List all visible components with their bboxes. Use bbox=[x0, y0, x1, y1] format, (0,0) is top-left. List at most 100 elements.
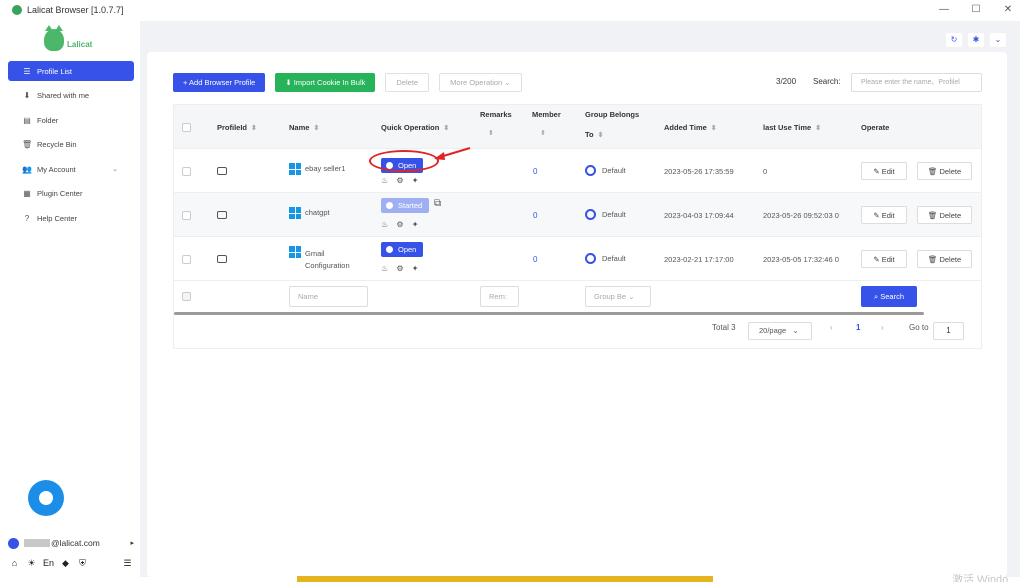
edit-button[interactable]: ✎ Edit bbox=[861, 250, 907, 268]
name-filter-input[interactable]: Name bbox=[289, 286, 368, 307]
group-cell: Default bbox=[585, 253, 626, 264]
refresh-icon[interactable]: ↻ bbox=[946, 33, 962, 47]
import-cookie-button[interactable]: ⬇ Import Cookie In Bulk bbox=[275, 73, 376, 92]
quick-action-icons[interactable]: ♨ ⚙ ✦ bbox=[381, 264, 422, 273]
header-group-belongs: Group Belongs bbox=[585, 110, 640, 119]
user-account-bar[interactable]: @lalicat.com ▸ bbox=[8, 536, 134, 550]
user-email: @lalicat.com bbox=[51, 538, 100, 548]
app-logo-icon bbox=[12, 5, 22, 15]
sidebar-item-help-center[interactable]: ? Help Center bbox=[8, 208, 134, 228]
close-button[interactable]: ✕ bbox=[992, 0, 1024, 20]
row-checkbox[interactable] bbox=[182, 255, 191, 264]
sidebar-item-label: Folder bbox=[37, 115, 59, 125]
table-row: chatgpt Started ⧉ ♨ ⚙ ✦ 0 Default 2023-0… bbox=[174, 193, 981, 237]
delete-row-button[interactable]: 🗑 Delete bbox=[917, 250, 972, 268]
sort-icon: ⬍ bbox=[313, 125, 320, 132]
shield-icon[interactable]: ⛨ bbox=[76, 558, 89, 569]
chevron-right-icon[interactable]: ▸ bbox=[130, 539, 134, 547]
more-operation-dropdown[interactable]: More Operation ⌄ bbox=[439, 73, 522, 92]
sidebar-item-profile-list[interactable]: ☰ Profile List bbox=[8, 61, 134, 81]
delete-button[interactable]: Delete bbox=[385, 73, 430, 92]
header-group-to[interactable]: To ⬍ bbox=[585, 130, 603, 139]
page-size-select[interactable]: 20/page ⌄ bbox=[748, 322, 812, 340]
header-profile-id[interactable]: ProfileId ⬍ bbox=[217, 123, 257, 132]
customer-support-icon[interactable] bbox=[28, 480, 64, 516]
header-last-use-time[interactable]: last Use Time ⬍ bbox=[763, 123, 821, 132]
sort-icon[interactable]: ⬍ bbox=[540, 129, 546, 137]
sidebar-nav: ☰ Profile List ⬇ Shared with me ▤ Folder… bbox=[8, 61, 134, 233]
profile-name: Gmail bbox=[305, 249, 325, 258]
table-row: Gmail Configuration Open ♨ ⚙ ✦ 0 Default… bbox=[174, 237, 981, 281]
table-header: ProfileId ⬍ Name ⬍ Quick Operation ⬍ Remark… bbox=[174, 105, 981, 149]
minimize-button[interactable]: — bbox=[928, 0, 960, 20]
highlight-ellipse bbox=[369, 150, 439, 172]
header-member: Member bbox=[532, 110, 561, 119]
remarks-filter-input[interactable]: Rem: bbox=[480, 286, 519, 307]
windows-icon bbox=[289, 246, 301, 258]
member-count[interactable]: 0 bbox=[533, 255, 537, 264]
brand-name: Lalicat bbox=[67, 39, 93, 49]
menu-icon[interactable]: ☰ bbox=[121, 558, 134, 569]
sidebar-item-plugin-center[interactable]: ▦ Plugin Center bbox=[8, 184, 134, 204]
chevron-down-icon[interactable]: ⌄ bbox=[112, 165, 118, 173]
profile-id-icon[interactable] bbox=[217, 167, 227, 175]
filter-search-button[interactable]: ⌕ Search bbox=[861, 286, 917, 307]
chevron-down-icon[interactable]: ⌄ bbox=[990, 33, 1006, 47]
windows-icon bbox=[289, 207, 301, 219]
quick-action-icons[interactable]: ♨ ⚙ ✦ bbox=[381, 220, 422, 229]
sidebar-item-label: Help Center bbox=[37, 213, 78, 223]
sort-icon: ⬍ bbox=[710, 125, 717, 132]
user-icon bbox=[8, 537, 19, 549]
select-all-checkbox[interactable] bbox=[182, 123, 191, 132]
toolbar: + Add Browser Profile ⬇ Import Cookie In… bbox=[173, 73, 532, 92]
header-operate: Operate bbox=[861, 123, 890, 132]
maximize-button[interactable]: ☐ bbox=[960, 0, 992, 20]
profile-id-icon[interactable] bbox=[217, 255, 227, 263]
prev-page-button[interactable]: ‹ bbox=[830, 323, 833, 332]
profile-table: ProfileId ⬍ Name ⬍ Quick Operation ⬍ Remark… bbox=[173, 104, 982, 349]
group-cell: Default bbox=[585, 209, 626, 220]
delete-row-button[interactable]: 🗑 Delete bbox=[917, 162, 972, 180]
profile-name: chatgpt bbox=[305, 208, 330, 217]
profile-id-icon[interactable] bbox=[217, 211, 227, 219]
current-page[interactable]: 1 bbox=[856, 323, 860, 332]
tag-icon[interactable]: ◆ bbox=[59, 558, 72, 569]
sort-icon: ⬍ bbox=[251, 125, 257, 132]
sidebar-item-shared-with-me[interactable]: ⬇ Shared with me bbox=[8, 86, 134, 106]
group-filter-select[interactable]: Group Be ⌄ bbox=[585, 286, 651, 307]
search-input[interactable]: Please enter the name、Profilel bbox=[851, 73, 982, 92]
grid-icon: ▦ bbox=[23, 189, 31, 198]
sort-icon[interactable]: ⬍ bbox=[488, 129, 494, 137]
next-page-button[interactable]: › bbox=[881, 323, 884, 332]
sidebar-item-folder[interactable]: ▤ Folder bbox=[8, 110, 134, 130]
edit-button[interactable]: ✎ Edit bbox=[861, 162, 907, 180]
sidebar-item-my-account[interactable]: 👥 My Account ⌄ bbox=[8, 159, 134, 179]
horizontal-scrollbar[interactable] bbox=[174, 312, 924, 315]
home-icon[interactable]: ⌂ bbox=[8, 558, 21, 569]
add-browser-profile-button[interactable]: + Add Browser Profile bbox=[173, 73, 266, 92]
sidebar-item-recycle-bin[interactable]: 🗑 Recycle Bin bbox=[8, 135, 134, 155]
gear-icon[interactable]: ✱ bbox=[968, 33, 984, 47]
edit-button[interactable]: ✎ Edit bbox=[861, 206, 907, 224]
delete-row-button[interactable]: 🗑 Delete bbox=[917, 206, 972, 224]
sun-icon[interactable]: ☀ bbox=[25, 558, 38, 569]
copy-icon[interactable]: ⧉ bbox=[434, 198, 441, 209]
open-button[interactable]: Open bbox=[381, 242, 424, 257]
headset-icon bbox=[39, 491, 53, 505]
list-icon: ☰ bbox=[23, 66, 31, 76]
row-checkbox[interactable] bbox=[182, 211, 191, 220]
sidebar-item-label: Plugin Center bbox=[37, 189, 83, 198]
quick-action-icons[interactable]: ♨ ⚙ ✦ bbox=[381, 176, 422, 185]
started-button[interactable]: Started bbox=[381, 198, 430, 213]
row-checkbox[interactable] bbox=[182, 167, 191, 176]
window-controls: — ☐ ✕ bbox=[928, 0, 1024, 20]
goto-page-input[interactable]: 1 bbox=[933, 322, 964, 340]
filter-checkbox[interactable] bbox=[182, 292, 191, 301]
member-count[interactable]: 0 bbox=[533, 167, 537, 176]
help-icon: ? bbox=[24, 213, 30, 223]
member-count[interactable]: 0 bbox=[533, 211, 537, 220]
header-quick-operation[interactable]: Quick Operation ⬍ bbox=[381, 123, 449, 132]
language-icon[interactable]: En bbox=[42, 558, 55, 569]
header-added-time[interactable]: Added Time ⬍ bbox=[664, 123, 717, 132]
header-name[interactable]: Name ⬍ bbox=[289, 123, 319, 132]
